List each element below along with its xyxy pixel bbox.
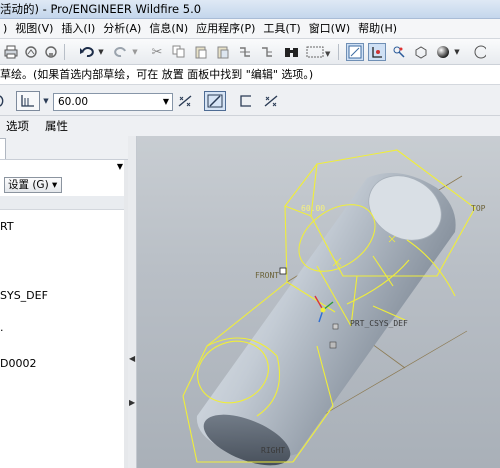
csys-label: PRT_CSYS_DEF [350, 319, 408, 328]
redo-dropdown-icon[interactable]: ▼ [130, 43, 140, 61]
print-icon[interactable] [2, 43, 20, 61]
tree-item[interactable]: . [0, 321, 4, 334]
solid-icon[interactable] [0, 91, 8, 111]
graphics-window[interactable]: 60.00 TOP FRONT PRT_CSYS_DEF RIGHT [137, 136, 500, 468]
drag-handle[interactable] [332, 323, 339, 330]
datum-top-label: TOP [471, 204, 486, 213]
menu-analysis[interactable]: 分析(A) [99, 19, 145, 38]
expand-right-icon[interactable]: ▶ [129, 398, 135, 407]
regenerate-manager-icon[interactable] [258, 43, 276, 61]
view-orient-icon[interactable] [412, 43, 430, 61]
menu-insert[interactable]: 插入(I) [57, 19, 99, 38]
datum-axis-icon[interactable] [368, 43, 386, 61]
panel-splitter[interactable]: ◀ ▶ [128, 136, 137, 468]
drag-handle[interactable] [329, 341, 337, 349]
menu-tools[interactable]: 工具(T) [259, 19, 304, 38]
datum-front-label: FRONT [255, 271, 280, 280]
model-canvas[interactable] [137, 136, 500, 468]
tree-item[interactable]: SYS_DEF [0, 289, 48, 302]
model-tree-panel: ▼ 设置 (G) ▾ RT SYS_DEF . D0002 [0, 136, 128, 468]
copy-icon[interactable] [170, 43, 188, 61]
flip-direction-icon[interactable] [176, 91, 194, 111]
svg-text:▼: ▼ [325, 50, 331, 58]
feature-dashboard: ▼ 60.00 ▼ [0, 85, 500, 116]
spin-center-icon[interactable] [390, 43, 408, 61]
menu-info[interactable]: 信息(N) [145, 19, 192, 38]
dimension-label[interactable]: 60.00 [301, 204, 325, 213]
shading-dropdown-icon[interactable]: ▼ [452, 43, 462, 61]
menu-edit[interactable]: ) [0, 19, 11, 38]
depth-value-dropdown-icon[interactable]: ▼ [163, 94, 169, 110]
depth-option-dropdown-icon[interactable]: ▼ [41, 91, 51, 111]
settings-button[interactable]: 设置 (G) ▾ [4, 177, 62, 193]
main-toolbar: ▼ ▼ ✂ ▼ ▼ [0, 39, 500, 65]
shading-icon[interactable] [434, 43, 452, 61]
panel-dropdown-icon[interactable]: ▼ [117, 162, 123, 171]
collapse-left-icon[interactable]: ◀ [129, 354, 135, 363]
datum-right-label: RIGHT [261, 446, 286, 455]
tree-column-header [0, 196, 124, 210]
cut-icon[interactable]: ✂ [148, 43, 166, 61]
find-icon[interactable] [283, 43, 301, 61]
paste-icon[interactable] [192, 43, 210, 61]
undo-dropdown-icon[interactable]: ▼ [96, 43, 106, 61]
redo-icon[interactable] [112, 43, 130, 61]
open-icon[interactable] [22, 43, 40, 61]
datum-plane-icon[interactable] [346, 43, 364, 61]
remove-material-icon[interactable] [204, 91, 226, 111]
save-icon[interactable] [42, 43, 60, 61]
menu-bar: ) 视图(V) 插入(I) 分析(A) 信息(N) 应用程序(P) 工具(T) 窗口(W) 帮助… [0, 19, 500, 39]
menu-help[interactable]: 帮助(H) [354, 19, 401, 38]
window-title: 活动的) - Pro/ENGINEER Wildfire 5.0 [0, 0, 500, 19]
message-area: 草绘。(如果首选内部草绘，可在 放置 面板中找到 "编辑" 选项。) [0, 65, 500, 85]
depth-value-input[interactable]: 60.00 ▼ [53, 93, 173, 111]
panel-tab-strip [0, 136, 128, 160]
depth-option-icon[interactable] [16, 91, 40, 111]
drag-handle[interactable] [279, 267, 287, 275]
paste-special-icon[interactable] [214, 43, 232, 61]
model-tree-tab[interactable] [0, 138, 6, 159]
menu-window[interactable]: 窗口(W) [305, 19, 354, 38]
select-box-icon[interactable]: ▼ [305, 43, 333, 61]
dashboard-tabs: 选项 属性 [0, 116, 500, 136]
undo-icon[interactable] [78, 43, 96, 61]
regenerate-icon[interactable] [236, 43, 254, 61]
thicken-sketch-icon[interactable] [238, 91, 254, 111]
menu-applications[interactable]: 应用程序(P) [192, 19, 259, 38]
display-style-icon[interactable] [470, 43, 488, 61]
tab-options[interactable]: 选项 [6, 118, 29, 134]
menu-view[interactable]: 视图(V) [11, 19, 57, 38]
tree-item[interactable]: RT [0, 220, 14, 233]
flip-thicken-icon[interactable] [262, 91, 280, 111]
tab-properties[interactable]: 属性 [45, 118, 68, 134]
tree-item[interactable]: D0002 [0, 357, 36, 370]
